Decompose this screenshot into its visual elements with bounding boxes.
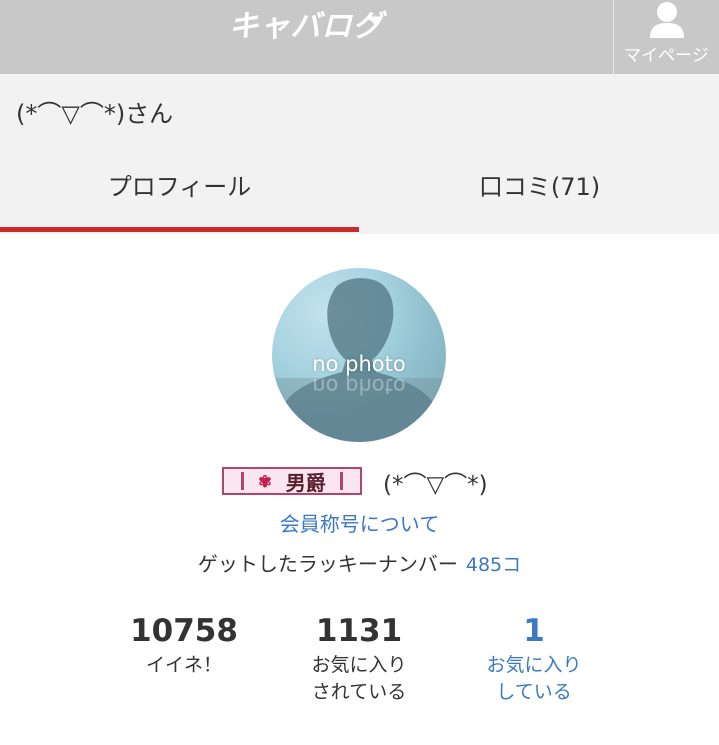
mypage-button[interactable]: マイページ [613,0,719,74]
rank-badge: ✾ 男爵 [222,467,362,495]
flower-icon: ✾ [258,471,272,491]
stat-favoriting-label-line1: お気に入り [486,654,582,676]
stat-favoriting-label: お気に入り している [454,652,614,706]
avatar: no photo no photo [272,268,446,442]
tab-profile-label: プロフィール [107,173,252,201]
tab-reviews[interactable]: 口コミ(71) [360,152,719,232]
badge-bar-right [339,472,343,490]
badge-bar-left [241,472,245,490]
no-photo-text: no photo [312,352,406,376]
stat-likes: 10758 イイネ！ [104,612,264,679]
stat-favorited-by-label: お気に入り されている [279,652,439,706]
stat-favorited-by: 1131 お気に入り されている [279,612,439,706]
stat-likes-value: 10758 [130,613,238,649]
stat-favorited-by-value: 1131 [315,613,403,649]
stat-favoriting-value: 1 [523,613,545,649]
sparkle-icon: ✦ [367,11,382,30]
tab-reviews-label: 口コミ(71) [478,173,601,201]
profile-subheader: (*⌒▽⌒*)さん プロフィール 口コミ(71) [0,74,719,234]
stat-favoriting-label-line2: している [496,681,572,703]
member-title-link-text: 会員称号について [279,512,440,536]
user-nickname: (*⌒▽⌒*) [383,472,488,498]
user-icon [650,2,684,38]
stat-favorited-by-label-line2: されている [311,681,407,703]
site-logo[interactable]: キャバログ ✦ [228,10,384,44]
lucky-number-row: ゲットしたラッキーナンバー 485コ [0,548,719,577]
mypage-label: マイページ [624,46,709,66]
stat-likes-label: イイネ！ [145,654,222,676]
tab-profile[interactable]: プロフィール [0,152,359,232]
member-title-link[interactable]: 会員称号について [0,508,719,537]
top-header: キャバログ ✦ マイページ [0,0,719,74]
no-photo-reflection: no photo [312,374,406,398]
site-logo-text: キャバログ [228,9,384,44]
lucky-number-label: ゲットしたラッキーナンバー [197,552,458,576]
lucky-number-count[interactable]: 485コ [466,554,521,576]
stat-favoriting[interactable]: 1 お気に入り している [454,612,614,706]
stat-favorited-by-label-line1: お気に入り [311,654,407,676]
page-title: (*⌒▽⌒*)さん [16,100,174,128]
rank-badge-label: 男爵 [285,470,326,495]
